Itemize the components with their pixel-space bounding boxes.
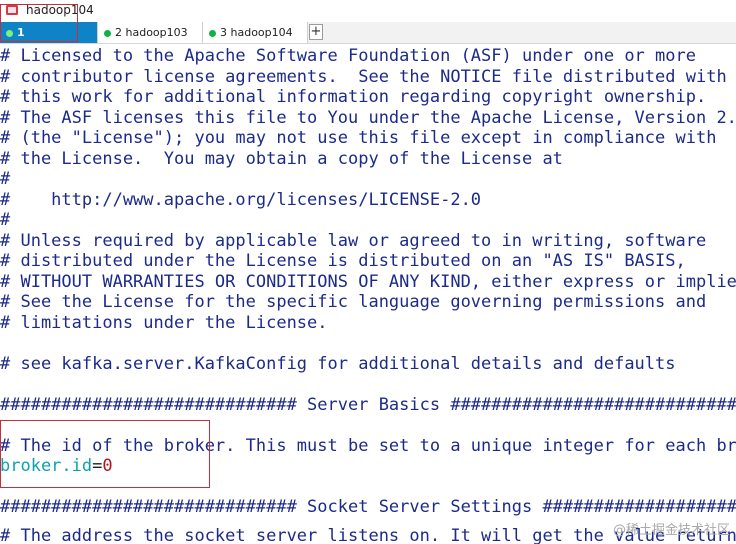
terminal-line: # bbox=[0, 169, 11, 189]
config-value: 0 bbox=[102, 456, 113, 476]
terminal-app-icon bbox=[6, 5, 18, 15]
section-header-socket-server: ############################# Socket Ser… bbox=[0, 497, 736, 517]
terminal-line: # contributor license agreements. See th… bbox=[0, 66, 727, 87]
tab-hadoop104[interactable]: 3 hadoop104 bbox=[203, 22, 308, 43]
terminal-line: # WITHOUT WARRANTIES OR CONDITIONS OF AN… bbox=[0, 271, 736, 292]
tab-hadoop102[interactable]: 1 hadoop102 bbox=[0, 22, 98, 60]
terminal-line: # see kafka.server.KafkaConfig for addit… bbox=[0, 353, 676, 374]
config-key: broker.id bbox=[0, 456, 93, 476]
config-equals: = bbox=[92, 456, 103, 476]
broker-id-config-line: broker.id=0 bbox=[0, 456, 113, 477]
connected-status-icon bbox=[104, 29, 111, 37]
section-header-server-basics: ############################# Server Bas… bbox=[0, 394, 736, 415]
window-title: hadoop104 bbox=[26, 3, 94, 17]
terminal-line: # Licensed to the Apache Software Founda… bbox=[0, 46, 696, 66]
terminal-line: # this work for additional information r… bbox=[0, 87, 707, 107]
title-bar: hadoop104 bbox=[0, 0, 736, 22]
terminal-output[interactable]: # Licensed to the Apache Software Founda… bbox=[0, 44, 736, 544]
session-tab-bar: 1 hadoop102 2 hadoop103 3 hadoop104 + bbox=[0, 22, 736, 60]
terminal-line: # Unless required by applicable law or a… bbox=[0, 230, 707, 251]
tab-hadoop103[interactable]: 2 hadoop103 bbox=[98, 22, 203, 43]
tab-label: 3 hadoop104 bbox=[220, 26, 293, 39]
terminal-line: # (the "License"); you may not use this … bbox=[0, 128, 717, 148]
broker-id-comment: # The id of the broker. This must be set… bbox=[0, 435, 736, 456]
terminal-line: # limitations under the License. bbox=[0, 312, 328, 333]
terminal-line: # the License. You may obtain a copy of … bbox=[0, 148, 563, 169]
connected-status-icon bbox=[6, 29, 13, 37]
watermark: @稀土掘金技术社区 bbox=[612, 523, 730, 538]
terminal-line: # See the License for the specific langu… bbox=[0, 292, 707, 312]
terminal-line: # The ASF licenses this file to You unde… bbox=[0, 107, 736, 128]
terminal-line: # http://www.apache.org/licenses/LICENSE… bbox=[0, 189, 482, 210]
add-tab-button[interactable]: + bbox=[309, 24, 323, 40]
tab-label: 2 hadoop103 bbox=[115, 26, 188, 39]
connected-status-icon bbox=[209, 29, 216, 37]
terminal-line: # bbox=[0, 210, 11, 230]
terminal-line: # distributed under the License is distr… bbox=[0, 251, 686, 271]
